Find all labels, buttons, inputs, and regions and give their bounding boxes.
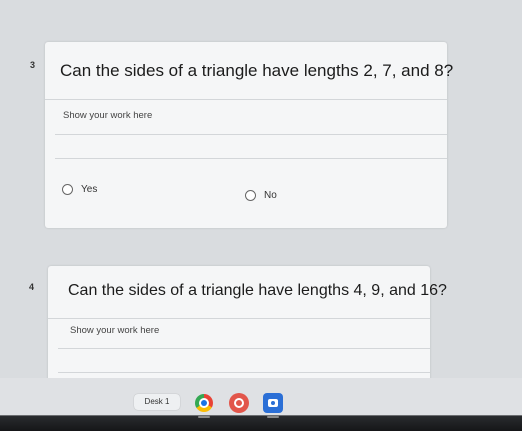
running-indicator [198,416,210,418]
chrome-icon[interactable] [195,394,213,412]
divider [48,318,430,319]
work-area-label: Show your work here [70,325,160,336]
camera-icon[interactable] [263,393,283,413]
question-number: 3 [30,60,36,70]
choice-label: Yes [81,184,98,195]
work-area-line[interactable] [58,348,430,349]
radio-button[interactable] [62,184,73,195]
taskbar: Desk 1 [0,378,522,431]
desk-switcher-button[interactable]: Desk 1 [134,394,180,410]
question-number: 4 [29,282,35,292]
radio-button[interactable] [245,190,256,201]
work-area-line[interactable] [55,158,447,159]
divider [45,99,447,100]
work-area-line[interactable] [55,134,447,135]
work-area-label: Show your work here [63,110,153,121]
question-card-4: Can the sides of a triangle have lengths… [48,266,447,396]
running-indicator [267,416,279,418]
choice-yes[interactable]: Yes [62,184,97,195]
choice-label: No [264,190,277,201]
question-text: Can the sides of a triangle have lengths… [68,282,447,299]
question-text: Can the sides of a triangle have lengths… [60,61,454,80]
photos-icon[interactable] [229,393,249,413]
work-area-line[interactable] [58,372,430,373]
choice-no[interactable]: No [245,190,277,201]
question-card-3: Can the sides of a triangle have lengths… [45,42,453,228]
